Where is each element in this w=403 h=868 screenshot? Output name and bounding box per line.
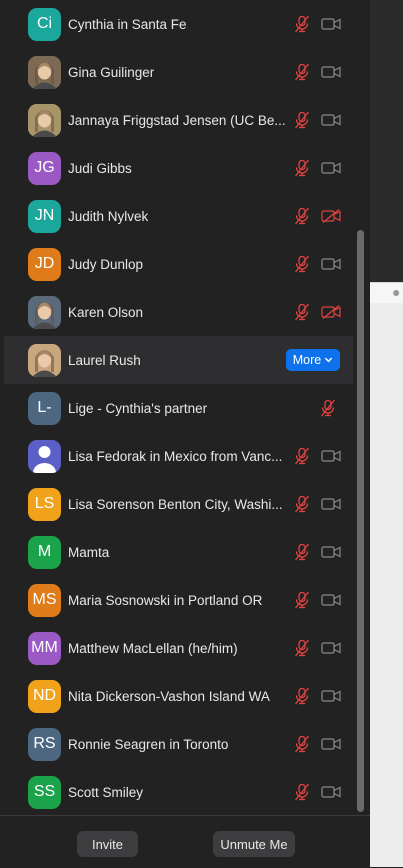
avatar: MM [28, 631, 61, 665]
mic-muted-icon [293, 303, 311, 321]
mic-muted-icon [293, 591, 311, 609]
participant-name: Lisa Fedorak in Mexico from Vanc... [68, 448, 283, 464]
avatar: MS [28, 583, 61, 617]
avatar: M [28, 535, 61, 569]
participant-name: Cynthia in Santa Fe [68, 16, 187, 32]
participant-row[interactable]: JN Judith Nylvek [0, 192, 354, 240]
participant-row[interactable]: Jannaya Friggstad Jensen (UC Be... [0, 96, 354, 144]
avatar [28, 343, 61, 377]
unmute-me-button[interactable]: Unmute Me [213, 831, 295, 857]
avatar: JD [28, 247, 61, 281]
participant-name: Matthew MacLellan (he/him) [68, 640, 238, 656]
participant-row[interactable]: LS Lisa Sorenson Benton City, Washi... [0, 480, 354, 528]
avatar: JG [28, 151, 61, 185]
video-camera-icon [321, 497, 341, 511]
participant-row[interactable]: MS Maria Sosnowski in Portland OR [0, 576, 354, 624]
invite-button[interactable]: Invite [77, 831, 138, 857]
apple-icon: ● [392, 284, 401, 300]
mic-muted-icon [293, 447, 311, 465]
participant-name: Judy Dunlop [68, 256, 144, 272]
avatar: SS [28, 775, 61, 809]
participant-row[interactable]: Ci Cynthia in Santa Fe [0, 0, 354, 48]
video-camera-icon [321, 65, 341, 79]
person-icon [28, 439, 61, 473]
video-camera-icon [321, 545, 341, 559]
participant-name: Laurel Rush [68, 352, 141, 368]
video-camera-icon [321, 737, 341, 751]
video-camera-icon [321, 113, 341, 127]
mic-muted-icon [319, 399, 337, 417]
participant-name: Lige - Cynthia's partner [68, 400, 208, 416]
participant-name: Lisa Sorenson Benton City, Washi... [68, 496, 283, 512]
participant-name: Judith Nylvek [68, 208, 149, 224]
participant-row[interactable]: Laurel Rush More [4, 336, 353, 384]
video-camera-icon [321, 17, 341, 31]
mic-muted-icon [293, 159, 311, 177]
video-stopped-icon [321, 209, 341, 223]
participant-name: Gina Guilinger [68, 64, 155, 80]
participant-name: Mamta [68, 544, 110, 560]
mic-muted-icon [293, 495, 311, 513]
participant-row[interactable]: JG Judi Gibbs [0, 144, 354, 192]
mic-muted-icon [293, 687, 311, 705]
video-camera-icon [321, 593, 341, 607]
participant-row[interactable]: MM Matthew MacLellan (he/him) [0, 624, 354, 672]
participant-row[interactable]: JD Judy Dunlop [0, 240, 354, 288]
chevron-down-icon [324, 353, 333, 367]
more-button-label: More [292, 353, 322, 367]
participant-name: Jannaya Friggstad Jensen (UC Be... [68, 112, 286, 128]
participants-panel: Ci Cynthia in Santa Fe Gina Guilinger Janna… [0, 0, 370, 868]
participant-row[interactable]: Lisa Fedorak in Mexico from Vanc... [0, 432, 354, 480]
video-camera-icon [321, 257, 341, 271]
video-camera-icon [321, 785, 341, 799]
participant-row[interactable]: Karen Olson [0, 288, 354, 336]
participant-row[interactable]: Gina Guilinger [0, 48, 354, 96]
participant-row[interactable]: M Mamta [0, 528, 354, 576]
participant-row[interactable]: RS Ronnie Seagren in Toronto [0, 720, 354, 768]
video-camera-icon [321, 449, 341, 463]
background-window-edge: ● [370, 0, 403, 867]
avatar [28, 295, 61, 329]
video-camera-icon [321, 161, 341, 175]
mic-muted-icon [293, 255, 311, 273]
mic-muted-icon [293, 639, 311, 657]
avatar: RS [28, 727, 61, 761]
video-camera-icon [321, 641, 341, 655]
participant-name: Judi Gibbs [68, 160, 132, 176]
more-button[interactable]: More [286, 349, 340, 371]
avatar [28, 55, 61, 89]
mic-muted-icon [293, 15, 311, 33]
participants-footer: Invite Unmute Me [0, 815, 370, 868]
participant-name: Maria Sosnowski in Portland OR [68, 592, 263, 608]
mic-muted-icon [293, 207, 311, 225]
participant-name: Nita Dickerson-Vashon Island WA [68, 688, 270, 704]
mic-muted-icon [293, 111, 311, 129]
avatar: LS [28, 487, 61, 521]
background-window [370, 282, 403, 867]
participant-row[interactable]: SS Scott Smiley [0, 768, 354, 816]
avatar: L- [28, 391, 61, 425]
video-camera-icon [321, 689, 341, 703]
mic-muted-icon [293, 543, 311, 561]
video-stopped-icon [321, 305, 341, 319]
avatar: JN [28, 199, 61, 233]
participant-name: Ronnie Seagren in Toronto [68, 736, 229, 752]
mic-muted-icon [293, 63, 311, 81]
mic-muted-icon [293, 783, 311, 801]
avatar [28, 103, 61, 137]
participant-row[interactable]: L- Lige - Cynthia's partner [0, 384, 354, 432]
participant-name: Karen Olson [68, 304, 144, 320]
participant-row[interactable]: ND Nita Dickerson-Vashon Island WA [0, 672, 354, 720]
avatar: ND [28, 679, 61, 713]
mic-muted-icon [293, 735, 311, 753]
avatar: Ci [28, 7, 61, 41]
participant-name: Scott Smiley [68, 784, 144, 800]
scrollbar[interactable] [357, 230, 364, 812]
